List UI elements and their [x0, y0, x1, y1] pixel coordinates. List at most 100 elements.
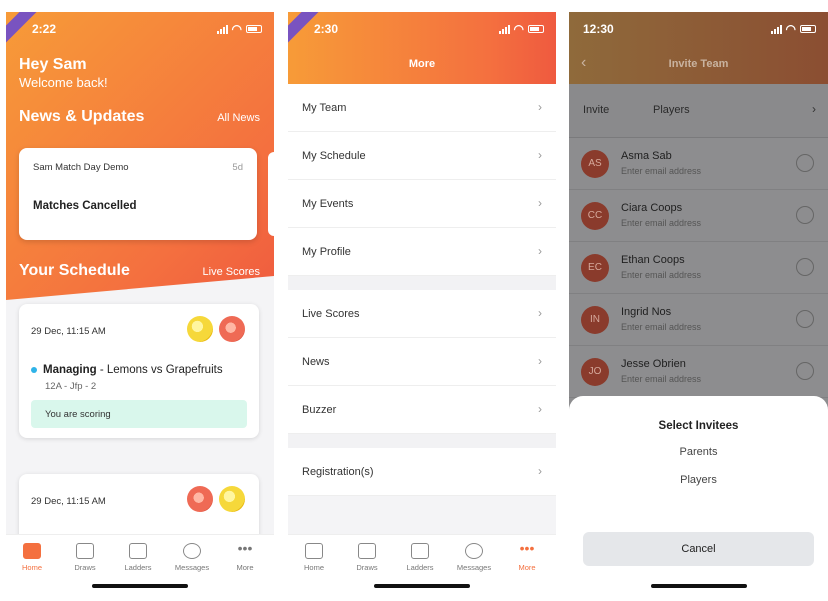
status-time: 12:30 [583, 22, 614, 36]
status-time: 2:30 [314, 22, 339, 36]
welcome-text: Welcome back! [19, 75, 108, 90]
tab-draws[interactable]: Draws [61, 543, 109, 572]
scoring-badge: You are scoring [31, 400, 247, 428]
select-radio[interactable] [796, 154, 814, 172]
messages-icon [465, 543, 483, 559]
player-row[interactable]: CC Ciara Coops Enter email address [569, 190, 828, 242]
draws-icon [76, 543, 94, 559]
option-players[interactable]: Players [569, 474, 828, 486]
match-teams: - Lemons vs Grapefruits [96, 364, 223, 376]
tab-bar: Home Draws Ladders Messages ••• More [288, 534, 556, 596]
avatar: JO [581, 358, 609, 386]
home-screen: 2:22 ◠ Hey Sam Welcome back! News & Upda… [6, 12, 274, 596]
player-row[interactable]: IN Ingrid Nos Enter email address [569, 294, 828, 346]
email-field[interactable]: Enter email address [621, 166, 701, 176]
greeting-title: Hey Sam [19, 56, 87, 73]
status-bar: 2:30 ◠ [288, 12, 556, 48]
invite-screen: ‹ Invite Team 12:30 ◠ Invite Players › A… [569, 12, 828, 596]
tab-bar: Home Draws Ladders Messages ••• More [6, 534, 274, 596]
lemon-icon [187, 316, 213, 342]
stage: 2:22 ◠ Hey Sam Welcome back! News & Upda… [0, 0, 828, 601]
tab-label: Home [21, 563, 42, 572]
schedule-section-title: Your Schedule [19, 262, 130, 279]
player-row[interactable]: JO Jesse Obrien Enter email address [569, 346, 828, 398]
tab-messages[interactable]: Messages [168, 543, 216, 572]
tab-ladders[interactable]: Ladders [396, 543, 444, 572]
match-datetime: 29 Dec, 11:15 AM [31, 326, 106, 337]
email-field[interactable]: Enter email address [621, 270, 701, 280]
invite-value: Players [653, 104, 690, 116]
player-name: Ethan Coops [621, 254, 685, 266]
select-radio[interactable] [796, 258, 814, 276]
tab-more[interactable]: ••• More [503, 540, 551, 572]
page-title: More [408, 58, 436, 70]
tab-messages[interactable]: Messages [450, 543, 498, 572]
tab-label: Ladders [406, 563, 434, 572]
more-icon: ••• [519, 540, 535, 556]
menu-item-my-schedule[interactable]: My Schedule › [288, 132, 556, 180]
tab-label: Home [303, 563, 324, 572]
tab-label: Messages [456, 563, 492, 572]
live-scores-link[interactable]: Live Scores [203, 266, 260, 278]
all-news-link[interactable]: All News [217, 112, 260, 124]
page-title: Invite Team [668, 58, 729, 70]
menu-label: My Profile [302, 246, 351, 258]
home-icon [23, 543, 41, 559]
home-indicator [92, 584, 188, 588]
match-card[interactable]: 29 Dec, 11:15 AM Managing - Lemons vs Gr… [19, 304, 259, 438]
battery-icon [800, 25, 816, 33]
email-field[interactable]: Enter email address [621, 374, 701, 384]
more-menu: My Team › My Schedule › My Events › My Prof… [288, 84, 556, 496]
tab-home[interactable]: Home [8, 543, 56, 572]
tab-ladders[interactable]: Ladders [114, 543, 162, 572]
email-field[interactable]: Enter email address [621, 218, 701, 228]
tab-label: Draws [356, 563, 378, 572]
menu-item-my-events[interactable]: My Events › [288, 180, 556, 228]
chevron-right-icon: › [538, 100, 542, 114]
select-radio[interactable] [796, 310, 814, 328]
tab-home[interactable]: Home [290, 543, 338, 572]
select-radio[interactable] [796, 206, 814, 224]
home-indicator [374, 584, 470, 588]
signal-icon [216, 24, 228, 34]
menu-label: My Team [302, 102, 347, 114]
news-headline: Matches Cancelled [33, 200, 137, 212]
draws-icon [358, 543, 376, 559]
chevron-right-icon: › [538, 464, 542, 478]
menu-item-my-team[interactable]: My Team › [288, 84, 556, 132]
chevron-right-icon: › [538, 402, 542, 416]
tab-label: Ladders [124, 563, 152, 572]
tab-draws[interactable]: Draws [343, 543, 391, 572]
player-row[interactable]: EC Ethan Coops Enter email address [569, 242, 828, 294]
cancel-button[interactable]: Cancel [583, 532, 814, 566]
avatar: CC [581, 202, 609, 230]
chevron-right-icon: › [812, 102, 816, 116]
sheet-title: Select Invitees [658, 420, 739, 432]
menu-label: Buzzer [302, 404, 337, 416]
match-role: Managing [43, 364, 97, 376]
section-divider [288, 434, 556, 448]
match-datetime: 29 Dec, 11:15 AM [31, 496, 106, 507]
tab-more[interactable]: ••• More [221, 541, 269, 572]
player-name: Jesse Obrien [621, 358, 686, 370]
menu-label: My Schedule [302, 150, 366, 162]
menu-item-news[interactable]: News › [288, 338, 556, 386]
home-icon [305, 543, 323, 559]
option-parents[interactable]: Parents [569, 446, 828, 458]
status-time: 2:22 [32, 22, 57, 36]
news-card[interactable]: Sam Match Day Demo 5d Matches Cancelled [19, 148, 257, 240]
menu-item-buzzer[interactable]: Buzzer › [288, 386, 556, 434]
email-field[interactable]: Enter email address [621, 322, 701, 332]
grapefruit-icon [187, 486, 213, 512]
menu-item-live-scores[interactable]: Live Scores › [288, 290, 556, 338]
menu-item-my-profile[interactable]: My Profile › [288, 228, 556, 276]
avatar: AS [581, 150, 609, 178]
invite-type-row[interactable]: Invite Players › [569, 84, 828, 138]
player-row[interactable]: AS Asma Sab Enter email address [569, 138, 828, 190]
player-name: Ciara Coops [621, 202, 683, 214]
select-radio[interactable] [796, 362, 814, 380]
news-section-title: News & Updates [19, 108, 145, 125]
menu-item-registrations[interactable]: Registration(s) › [288, 448, 556, 496]
next-news-card[interactable] [268, 152, 274, 236]
grapefruit-icon [219, 316, 245, 342]
